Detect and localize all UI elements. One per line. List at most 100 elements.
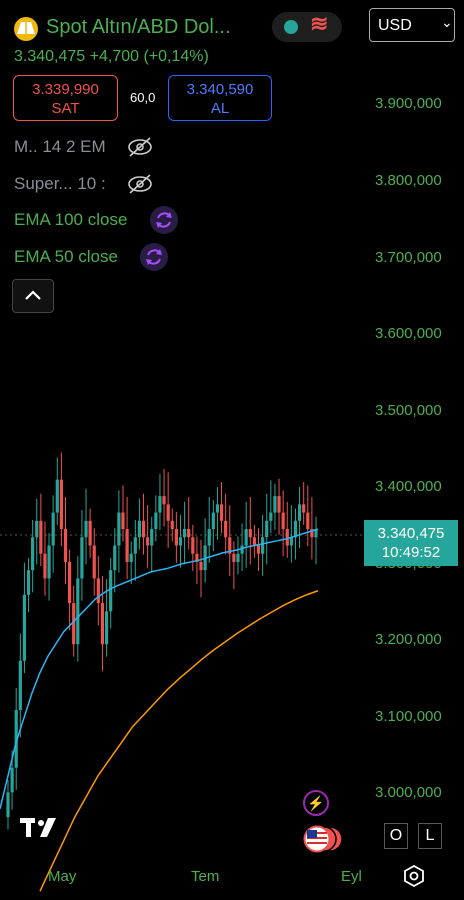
buy-price: 3.340,590 xyxy=(186,81,254,98)
candle-body xyxy=(273,496,277,513)
price-chart[interactable] xyxy=(0,0,464,900)
candle-body xyxy=(232,553,236,562)
candle-body xyxy=(215,504,220,513)
candle-body xyxy=(43,553,47,579)
candle-body xyxy=(265,520,269,538)
candle-body xyxy=(31,537,35,571)
sell-label: SAT xyxy=(51,100,80,117)
candle-body xyxy=(51,512,55,546)
ema-100-line xyxy=(39,590,319,892)
candle-body xyxy=(6,792,10,818)
sell-button[interactable]: 3.339,990 SAT xyxy=(13,75,118,121)
indicator-label-ema50[interactable]: EMA 50 close xyxy=(14,247,118,267)
candle-body xyxy=(59,479,63,530)
candle-body xyxy=(68,561,72,604)
candle-body xyxy=(248,529,252,538)
candle-body xyxy=(302,504,306,513)
candle-body xyxy=(100,603,105,645)
candle-body xyxy=(121,512,125,530)
candle-body xyxy=(117,512,121,546)
candle-body xyxy=(55,479,59,513)
symbol-title[interactable]: Spot Altın/ABD Dol... xyxy=(46,16,231,39)
collapse-legend-button[interactable] xyxy=(12,279,54,313)
log-scale-button[interactable]: O xyxy=(384,823,408,849)
price-quote: 3.340,475 +4,700 (+0,14%) xyxy=(14,48,209,65)
candle-body xyxy=(166,504,170,521)
candle-body xyxy=(293,520,298,538)
candle-body xyxy=(109,570,113,612)
candle-body xyxy=(187,529,191,538)
candle-body xyxy=(141,520,146,538)
x-axis-label: May xyxy=(48,868,77,885)
indicator-label-m14[interactable]: M.. 14 2 EM xyxy=(14,137,106,157)
y-axis-label: 3.800,000 xyxy=(375,172,442,189)
lock-scale-button[interactable]: L xyxy=(418,823,442,849)
y-axis-label: 3.600,000 xyxy=(375,325,442,342)
candle-body xyxy=(129,553,133,562)
y-axis-label: 3.900,000 xyxy=(375,95,442,112)
candle-body xyxy=(104,611,109,645)
candle-body xyxy=(26,570,31,595)
candle-body xyxy=(96,578,100,604)
candle-body xyxy=(35,520,39,538)
candle-body xyxy=(174,529,178,546)
buy-label: AL xyxy=(210,100,230,117)
tradingview-logo[interactable] xyxy=(20,815,62,839)
market-status-pill[interactable] xyxy=(272,12,342,42)
candle-body xyxy=(256,545,261,554)
candle-body xyxy=(289,537,293,546)
candle-body xyxy=(113,545,117,571)
candle-body xyxy=(199,561,203,571)
candle-body xyxy=(125,529,129,562)
candle-body xyxy=(236,553,240,562)
settings-icon[interactable] xyxy=(402,864,426,888)
x-axis-label: Tem xyxy=(191,868,220,885)
buy-button[interactable]: 3.340,590 AL xyxy=(168,75,272,121)
candle-body xyxy=(158,496,162,513)
candle-body xyxy=(88,520,92,546)
candle-body xyxy=(80,537,84,579)
candle-body xyxy=(306,512,310,530)
candle-body xyxy=(261,537,265,554)
candle-body xyxy=(18,660,22,711)
candle-body xyxy=(178,537,183,546)
y-axis-label: 3.000,000 xyxy=(375,784,442,801)
candle-body xyxy=(154,512,158,530)
candle-body xyxy=(297,504,302,521)
candle-body xyxy=(39,520,43,554)
candle-body xyxy=(10,767,14,793)
candle-body xyxy=(244,529,248,546)
x-axis-label: Eyl xyxy=(341,868,362,885)
eye-slash-icon[interactable] xyxy=(126,136,154,158)
spread-value: 60,0 xyxy=(130,90,156,105)
candle-body xyxy=(84,520,88,538)
candle-body xyxy=(207,529,211,546)
candle-body xyxy=(269,512,273,521)
refresh-icon[interactable] xyxy=(150,206,178,234)
candle-body xyxy=(162,496,166,505)
gold-icon xyxy=(14,17,38,41)
lightning-icon[interactable]: ⚡ xyxy=(303,790,329,816)
candle-body xyxy=(219,504,224,521)
y-axis-label: 3.200,000 xyxy=(375,631,442,648)
refresh-icon[interactable] xyxy=(140,243,168,271)
candle-body xyxy=(63,529,68,562)
indicator-label-supertrend[interactable]: Super... 10 : xyxy=(14,174,106,194)
candle-body xyxy=(182,529,187,538)
candle-body xyxy=(92,545,96,579)
market-open-icon xyxy=(284,20,298,34)
y-axis-label: 3.500,000 xyxy=(375,402,442,419)
chevron-down-icon: ⌄ xyxy=(441,14,453,30)
candle-series xyxy=(6,452,318,830)
candle-body xyxy=(191,537,195,554)
candle-body xyxy=(170,520,174,530)
candle-body xyxy=(146,537,150,546)
eye-slash-icon[interactable] xyxy=(126,173,154,195)
indicator-label-ema100[interactable]: EMA 100 close xyxy=(14,210,127,230)
wave-icon: ≋ xyxy=(310,11,329,36)
sell-price: 3.339,990 xyxy=(32,81,99,98)
candle-body xyxy=(76,578,80,645)
candle-body xyxy=(47,545,51,579)
y-axis-label: 3.700,000 xyxy=(375,249,442,266)
us-flag-icon[interactable] xyxy=(302,824,343,854)
